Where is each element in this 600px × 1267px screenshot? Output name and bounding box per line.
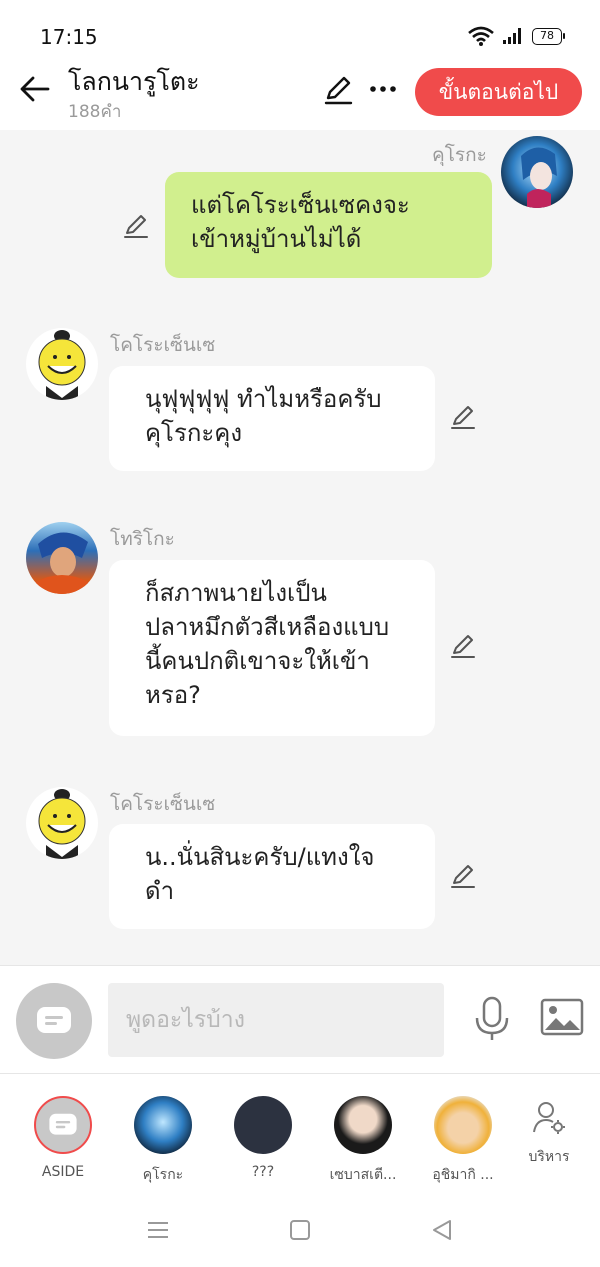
input-bar	[0, 965, 600, 1073]
avatar-kuroka[interactable]	[501, 136, 573, 208]
korosensei-face-icon	[38, 789, 86, 859]
avatar	[334, 1096, 392, 1154]
message-line: หรอ?	[145, 681, 201, 709]
message-line: แต่โคโระเซ็นเซคงจะ	[191, 191, 410, 219]
manage-characters-button[interactable]: บริหาร	[499, 1100, 599, 1168]
character-name: บริหาร	[528, 1149, 570, 1165]
character-name: ASIDE	[41, 1164, 85, 1180]
message-line: นุฟุฟุฟุฟุ ทำไมหรือครับ	[145, 385, 382, 413]
wifi-icon	[468, 26, 494, 46]
more-icon[interactable]	[368, 74, 398, 104]
microphone-icon[interactable]	[472, 996, 512, 1042]
message-input[interactable]	[108, 983, 444, 1057]
avatar-korosensei[interactable]	[26, 787, 98, 859]
page-title: โลกนารูโตะ	[68, 67, 200, 96]
edit-icon[interactable]	[322, 74, 354, 106]
avatar	[434, 1096, 492, 1154]
character-bar: ASIDE คุโรกะ ??? เซบาสเตี... อุชิมากิ ..…	[0, 1073, 600, 1193]
message-list: คุโรกะ แต่โคโระเซ็นเซคงจะ เข้าหมู่บ้านไม…	[0, 130, 600, 965]
character-name: เซบาสเตี...	[329, 1167, 397, 1183]
message-line: เข้าหมู่บ้านไม่ได้	[191, 225, 362, 253]
battery-icon: 78	[532, 27, 565, 45]
message-line: ก็สภาพนายไงเป็น	[145, 579, 327, 607]
chat-header: โลกนารูโตะ 188คำ ขั้นตอนต่อไป	[0, 60, 600, 130]
message-bubble[interactable]: แต่โคโระเซ็นเซคงจะ เข้าหมู่บ้านไม่ได้	[165, 172, 492, 278]
toriko-portrait-icon	[36, 532, 88, 594]
message-bubble[interactable]: น..นั่นสินะครับ/แทงใจ ดำ	[109, 824, 435, 929]
avatar	[134, 1096, 192, 1154]
character-sebastian[interactable]: เซบาสเตี...	[313, 1096, 413, 1186]
home-icon[interactable]	[287, 1217, 313, 1243]
word-count: 188คำ	[68, 102, 122, 122]
character-uzumaki[interactable]: อุชิมากิ ...	[413, 1096, 513, 1186]
chat-bubble-icon	[49, 1113, 77, 1135]
character-kuroka[interactable]: คุโรกะ	[113, 1096, 213, 1186]
character-name: อุชิมากิ ...	[432, 1167, 494, 1183]
message-line: น..นั่นสินะครับ/แทงใจ	[145, 843, 375, 871]
system-nav-bar	[0, 1193, 600, 1267]
character-name: ???	[251, 1164, 275, 1180]
edit-message-icon[interactable]	[122, 212, 150, 240]
message-line: ดำ	[145, 877, 175, 905]
korosensei-face-icon	[38, 330, 86, 400]
back-arrow-icon[interactable]	[18, 72, 52, 106]
sender-name: โคโระเซ็นเซ	[110, 793, 216, 815]
message-line: ปลาหมึกตัวสีเหลืองแบบ	[145, 613, 390, 641]
edit-message-icon[interactable]	[449, 632, 477, 660]
back-triangle-icon[interactable]	[429, 1217, 455, 1243]
aside-avatar	[34, 1096, 92, 1154]
status-icons: 78	[468, 26, 565, 46]
status-bar: 17:15 78	[0, 0, 600, 60]
image-icon[interactable]	[540, 998, 584, 1036]
avatar-toriko[interactable]	[26, 522, 98, 594]
next-step-button[interactable]: ขั้นตอนต่อไป	[415, 68, 582, 116]
message-bubble[interactable]: ก็สภาพนายไงเป็น ปลาหมึกตัวสีเหลืองแบบ นี…	[109, 560, 435, 736]
message-bubble[interactable]: นุฟุฟุฟุฟุ ทำไมหรือครับ คุโรกะคุง	[109, 366, 435, 471]
character-name: คุโรกะ	[142, 1167, 184, 1183]
aside-toggle-button[interactable]	[16, 983, 92, 1059]
sender-name: โทริโกะ	[110, 528, 175, 550]
character-aside[interactable]: ASIDE	[13, 1096, 113, 1180]
chat-bubble-icon	[37, 1007, 71, 1033]
sender-name: คุโรกะ	[432, 144, 487, 166]
edit-message-icon[interactable]	[449, 403, 477, 431]
user-settings-icon	[533, 1102, 565, 1134]
status-time: 17:15	[40, 25, 98, 49]
avatar-korosensei[interactable]	[26, 328, 98, 400]
edit-message-icon[interactable]	[449, 862, 477, 890]
message-line: นี้คนปกติเขาจะให้เข้า	[145, 647, 370, 675]
avatar	[234, 1096, 292, 1154]
sender-name: โคโระเซ็นเซ	[110, 334, 216, 356]
signal-icon	[503, 28, 521, 44]
character-unknown[interactable]: ???	[213, 1096, 313, 1180]
character-portrait-icon	[521, 147, 557, 208]
message-line: คุโรกะคุง	[145, 419, 243, 447]
menu-icon[interactable]	[145, 1217, 171, 1243]
